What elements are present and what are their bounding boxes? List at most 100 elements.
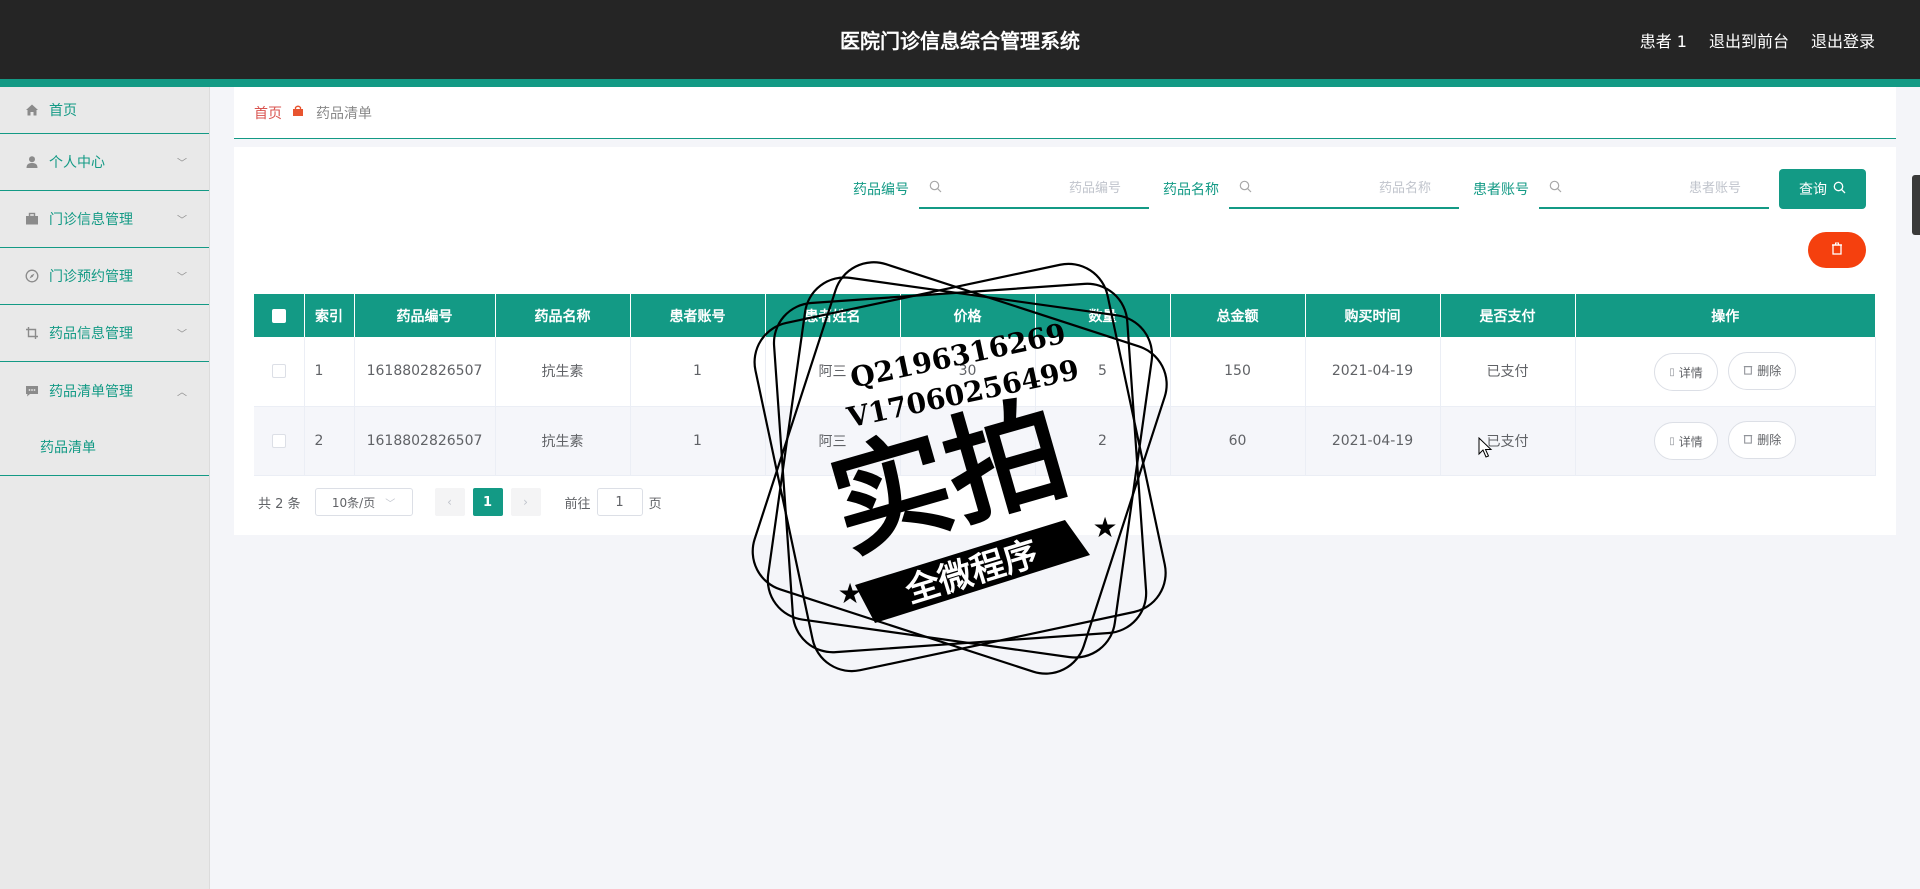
pagination: 共 2 条 10条/页 ﹀ ‹ 1 › 前往 页 — [258, 488, 662, 516]
search-icon — [929, 180, 942, 197]
chevron-down-icon: ﹀ — [177, 272, 187, 284]
row-select-cell — [254, 337, 305, 407]
trash-icon — [1743, 364, 1753, 378]
col-header[interactable]: 购买时间 — [1305, 294, 1441, 337]
cell-drug-name: 抗生素 — [495, 406, 631, 476]
detail-button-label: 详情 — [1678, 365, 1703, 380]
col-header[interactable]: 总金额 — [1170, 294, 1306, 337]
briefcase-icon — [24, 211, 40, 227]
row-select-cell — [254, 406, 305, 476]
table-row[interactable]: 1 1618802826507 抗生素 1 阿三 30 5 150 2021-0… — [254, 337, 1876, 407]
bag-icon — [292, 105, 304, 120]
sidebar-item-appointment[interactable]: 门诊预约管理 ﹀ — [0, 248, 209, 305]
chevron-right-icon: › — [523, 495, 528, 509]
query-button-label: 查询 — [1799, 181, 1827, 197]
breadcrumb-current: 药品清单 — [316, 105, 372, 122]
col-header[interactable]: 是否支付 — [1440, 294, 1576, 337]
sidebar-item-personal-center[interactable]: 个人中心 ﹀ — [0, 134, 209, 191]
cell-price: 30 — [900, 337, 1036, 407]
app-title: 医院门诊信息综合管理系统 — [840, 29, 1080, 53]
col-header[interactable]: 药品编号 — [354, 294, 496, 337]
col-header: 操作 — [1575, 294, 1876, 337]
select-all-cell — [254, 294, 305, 337]
row-checkbox[interactable] — [271, 433, 286, 448]
main-panel: 药品编号 药品名称 患者账号 查询 — [234, 147, 1896, 535]
drug-code-label: 药品编号 — [853, 182, 909, 198]
goto-prefix: 前往 — [564, 496, 591, 512]
select-all-checkbox[interactable] — [271, 308, 286, 323]
col-header[interactable]: 患者姓名 — [765, 294, 901, 337]
detail-button[interactable]: ▯ 详情 — [1654, 353, 1718, 391]
chevron-left-icon: ‹ — [447, 495, 452, 509]
search-icon — [1239, 180, 1252, 197]
side-handle[interactable] — [1912, 175, 1920, 235]
sidebar-item-label: 个人中心 — [49, 155, 105, 171]
sidebar-item-drug-info[interactable]: 药品信息管理 ﹀ — [0, 305, 209, 362]
cell-patient-account: 1 — [630, 406, 766, 476]
search-bar: 药品编号 药品名称 患者账号 查询 — [839, 169, 1866, 209]
search-icon — [1549, 180, 1562, 197]
chevron-down-icon: ﹀ — [177, 329, 187, 341]
trash-icon — [1831, 242, 1843, 259]
delete-button[interactable]: 删除 — [1728, 420, 1797, 459]
col-header[interactable]: 药品名称 — [495, 294, 631, 337]
col-header[interactable]: 数量 — [1035, 294, 1171, 337]
cell-index: 2 — [304, 406, 355, 476]
row-checkbox[interactable] — [271, 364, 286, 379]
col-header[interactable]: 患者账号 — [630, 294, 766, 337]
delete-button[interactable]: 删除 — [1728, 351, 1797, 390]
cell-quantity: 5 — [1035, 337, 1171, 407]
cell-paid-status: 已支付 — [1440, 406, 1576, 476]
breadcrumb: 首页 药品清单 — [234, 87, 1896, 139]
cell-index: 1 — [304, 337, 355, 407]
cell-drug-code: 1618802826507 — [354, 406, 496, 476]
page-number-active[interactable]: 1 — [472, 488, 503, 516]
page-size-select[interactable]: 10条/页 ﹀ — [314, 488, 413, 516]
batch-delete-button[interactable] — [1808, 232, 1866, 268]
stamp-banner: 全微程序 — [900, 533, 1043, 611]
star-icon: ★ — [837, 577, 862, 610]
document-icon: ▯ — [1669, 435, 1675, 447]
chevron-down-icon: ﹀ — [385, 498, 396, 510]
sidebar-item-drug-list-mgmt[interactable]: 药品清单管理 ︿ — [0, 362, 209, 419]
trash-icon — [1743, 433, 1753, 447]
prev-page-button[interactable]: ‹ — [434, 488, 465, 516]
patient-account-input[interactable] — [1539, 169, 1769, 207]
query-button[interactable]: 查询 — [1779, 169, 1866, 209]
mouse-cursor-icon — [1478, 437, 1493, 458]
cell-total: 150 — [1170, 337, 1306, 407]
table-row[interactable]: 2 1618802826507 抗生素 1 阿三 30 2 60 2021-04… — [254, 406, 1876, 476]
patient-account-label: 患者账号 — [1473, 182, 1529, 198]
chat-icon — [24, 383, 40, 399]
drug-list-table: 索引 药品编号 药品名称 患者账号 患者姓名 价格 数量 总金额 购买时间 是否… — [254, 294, 1876, 476]
sidebar-item-clinic-info[interactable]: 门诊信息管理 ﹀ — [0, 191, 209, 248]
cell-quantity: 2 — [1035, 406, 1171, 476]
cell-patient-account: 1 — [630, 337, 766, 407]
col-header[interactable]: 索引 — [304, 294, 355, 337]
breadcrumb-home[interactable]: 首页 — [254, 103, 282, 123]
top-header: 医院门诊信息综合管理系统 患者 1 退出到前台 退出登录 — [0, 0, 1920, 79]
cell-drug-code: 1618802826507 — [354, 337, 496, 407]
cell-drug-name: 抗生素 — [495, 337, 631, 407]
sidebar-item-home[interactable]: 首页 — [0, 87, 209, 134]
chevron-down-icon: ﹀ — [177, 215, 187, 227]
logout-link[interactable]: 退出登录 — [1811, 28, 1875, 52]
sidebar-item-label: 药品信息管理 — [49, 326, 133, 342]
sidebar-subitem-drug-list[interactable]: 药品清单 — [0, 419, 209, 476]
compass-icon — [24, 268, 40, 284]
drug-code-field — [919, 169, 1149, 209]
sidebar: 首页 个人中心 ﹀ 门诊信息管理 ﹀ 门诊预约管理 ﹀ 药品信息管理 ﹀ 药品清… — [0, 87, 210, 889]
patient-account-field — [1539, 169, 1769, 209]
back-to-front-link[interactable]: 退出到前台 — [1709, 28, 1789, 52]
cell-patient-name: 阿三 — [765, 406, 901, 476]
cell-actions: ▯ 详情 删除 — [1575, 406, 1876, 476]
cell-price: 30 — [900, 406, 1036, 476]
cell-purchase-time: 2021-04-19 — [1305, 337, 1441, 407]
drug-code-input[interactable] — [919, 169, 1149, 207]
next-page-button[interactable]: › — [510, 488, 541, 516]
detail-button[interactable]: ▯ 详情 — [1654, 422, 1718, 461]
drug-name-input[interactable] — [1229, 169, 1459, 207]
col-header[interactable]: 价格 — [900, 294, 1036, 337]
goto-page-input[interactable] — [596, 488, 643, 516]
current-user[interactable]: 患者 1 — [1640, 28, 1687, 52]
